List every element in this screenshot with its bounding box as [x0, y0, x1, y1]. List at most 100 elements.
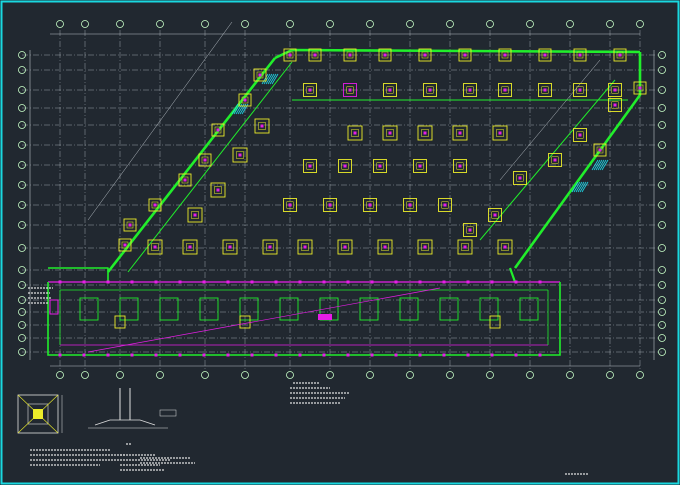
column-dot: [82, 280, 86, 284]
axis-bubble-bottom: [526, 371, 534, 379]
column-dot: [153, 203, 157, 207]
footing: [377, 239, 393, 255]
column-dot: [106, 280, 110, 284]
section-outline: [94, 419, 156, 426]
footing: [373, 159, 387, 173]
column-dot: [442, 280, 446, 284]
basement-room: [479, 297, 499, 321]
footing: [297, 239, 313, 255]
column-dot: [123, 243, 127, 247]
column-dot: [418, 164, 422, 168]
column-dot: [538, 353, 542, 357]
column-dot: [578, 88, 582, 92]
column-dot: [343, 164, 347, 168]
column-dot: [468, 88, 472, 92]
column-dot: [388, 131, 392, 135]
column-dot: [463, 53, 467, 57]
axis-grid-layer: [22, 30, 662, 370]
column-dot: [178, 353, 182, 357]
detail-column: [33, 409, 43, 419]
axis-bubble-top: [526, 20, 534, 28]
column-dot: [128, 223, 132, 227]
axis-bubble-bottom: [366, 371, 374, 379]
column-dot: [490, 280, 494, 284]
column-dot: [503, 245, 507, 249]
column-dot: [322, 280, 326, 284]
dimension-line-diagonal: [87, 21, 233, 221]
axis-bubble-bottom: [406, 371, 414, 379]
column-dot: [514, 280, 518, 284]
axis-bubble-bottom: [56, 371, 64, 379]
column-dot: [503, 53, 507, 57]
footing: [337, 239, 353, 255]
column-dot: [353, 131, 357, 135]
axis-bubble-top: [566, 20, 574, 28]
column-dot: [274, 353, 278, 357]
column-dot: [378, 164, 382, 168]
column-dot: [130, 353, 134, 357]
column-dot: [216, 128, 220, 132]
column-dot: [428, 88, 432, 92]
column-dot: [154, 353, 158, 357]
axis-bubble-top: [56, 20, 64, 28]
footing: [382, 125, 398, 141]
cad-drawing-frame: [0, 0, 680, 485]
column-dot: [348, 53, 352, 57]
footing: [463, 223, 477, 237]
column-dot: [370, 353, 374, 357]
column-dot: [258, 73, 262, 77]
detail-section-layer: [17, 388, 177, 434]
column-dot: [188, 245, 192, 249]
foundation-plan-drawing: [0, 0, 680, 485]
column-dot: [613, 103, 617, 107]
column-dot: [408, 203, 412, 207]
dimension-line-diagonal: [499, 59, 601, 181]
footing: [413, 159, 427, 173]
wall-left-wing-inner: [127, 61, 293, 273]
axis-bubble-top: [286, 20, 294, 28]
axis-bubble-top: [241, 20, 249, 28]
axis-bubble-top: [156, 20, 164, 28]
axis-bubble-top: [81, 20, 89, 28]
column-dot: [394, 280, 398, 284]
column-dot: [203, 158, 207, 162]
footing: [347, 125, 363, 141]
footing: [452, 125, 468, 141]
column-dot: [308, 88, 312, 92]
footing: [338, 159, 352, 173]
axis-bubble-top: [486, 20, 494, 28]
footing: [457, 239, 473, 255]
column-dot: [346, 280, 350, 284]
column-dot: [518, 176, 522, 180]
column-dot: [394, 353, 398, 357]
column-dot: [578, 53, 582, 57]
column-dot: [458, 131, 462, 135]
footing: [187, 207, 203, 223]
footing: [303, 159, 317, 173]
column-dot: [578, 133, 582, 137]
column-dot: [514, 353, 518, 357]
footing: [492, 125, 508, 141]
axis-bubble-top: [636, 20, 644, 28]
column-dot: [598, 148, 602, 152]
footing: [548, 153, 562, 167]
column-dot: [238, 153, 242, 157]
column-dot: [418, 353, 422, 357]
column-dot: [638, 86, 642, 90]
footing: [497, 239, 513, 255]
footing-detail-section: [88, 388, 177, 429]
basement-room: [439, 297, 459, 321]
drawing-sheet-border: [0, 0, 680, 485]
footing: [417, 125, 433, 141]
column-dot: [498, 131, 502, 135]
column-dot: [618, 53, 622, 57]
footing-detail-plan: [17, 394, 63, 434]
column-dot: [543, 88, 547, 92]
column-dot: [183, 178, 187, 182]
axis-bubble-top: [446, 20, 454, 28]
column-dot: [423, 53, 427, 57]
column-dot: [313, 53, 317, 57]
column-dot: [538, 280, 542, 284]
axis-bubble-top: [201, 20, 209, 28]
footing: [513, 171, 527, 185]
